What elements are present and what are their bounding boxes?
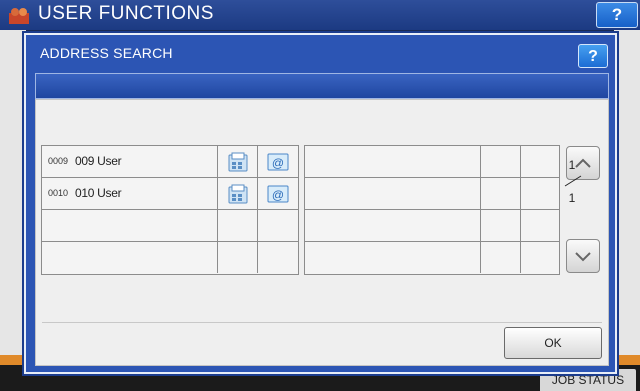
chevron-down-icon [575, 252, 591, 262]
fax-icon [228, 184, 248, 204]
svg-text:@: @ [272, 188, 284, 202]
entry-name-cell[interactable] [42, 210, 218, 241]
email-cell[interactable] [521, 210, 559, 241]
app-help-button[interactable]: ? [596, 2, 638, 28]
entry-name: 009 User [75, 154, 122, 168]
entry-name-cell[interactable] [42, 242, 218, 273]
results-list-left: 0009 009 User @ 0010 010 User @ [41, 145, 299, 275]
entry-name-cell[interactable] [305, 242, 481, 273]
page-down-button[interactable] [566, 239, 600, 273]
entry-name-cell[interactable]: 0010 010 User [42, 178, 218, 209]
email-icon: @ [267, 185, 289, 203]
email-cell[interactable] [521, 146, 559, 177]
results-list-right [304, 145, 560, 275]
entry-name-cell[interactable] [305, 146, 481, 177]
background-panel-left [0, 30, 26, 380]
entry-name: 010 User [75, 186, 122, 200]
dialog-header-band [35, 73, 609, 99]
list-item[interactable] [42, 210, 298, 242]
background-panel-right [614, 30, 640, 380]
email-cell[interactable] [258, 210, 298, 241]
list-item[interactable]: 0009 009 User @ [42, 146, 298, 178]
page-separator [564, 175, 582, 187]
entry-number: 0009 [48, 156, 69, 166]
email-cell[interactable]: @ [258, 178, 298, 209]
fax-cell[interactable] [481, 146, 521, 177]
help-button[interactable]: ? [578, 44, 608, 68]
list-item[interactable]: 0010 010 User @ [42, 178, 298, 210]
fax-cell[interactable] [481, 178, 521, 209]
page-current: 1 [568, 158, 576, 172]
list-item[interactable] [305, 242, 559, 274]
app-title: USER FUNCTIONS [38, 3, 214, 24]
email-cell[interactable] [521, 242, 559, 273]
app-header: USER FUNCTIONS ? [0, 0, 640, 30]
page-total: 1 [568, 191, 576, 205]
list-item[interactable] [305, 210, 559, 242]
entry-number: 0010 [48, 188, 69, 198]
entry-name-cell[interactable]: 0009 009 User [42, 146, 218, 177]
dialog-title: ADDRESS SEARCH [40, 45, 173, 61]
fax-cell[interactable] [218, 146, 258, 177]
email-cell[interactable]: @ [258, 146, 298, 177]
footer-divider [42, 322, 602, 323]
entry-name-cell[interactable] [305, 178, 481, 209]
fax-cell[interactable] [218, 210, 258, 241]
user-functions-icon [9, 8, 29, 24]
entry-name-cell[interactable] [305, 210, 481, 241]
ok-button[interactable]: OK [504, 327, 602, 359]
fax-cell[interactable] [218, 178, 258, 209]
fax-cell[interactable] [481, 210, 521, 241]
list-item[interactable] [305, 178, 559, 210]
email-cell[interactable] [258, 242, 298, 273]
fax-cell[interactable] [218, 242, 258, 273]
fax-icon [228, 152, 248, 172]
email-icon: @ [267, 153, 289, 171]
fax-cell[interactable] [481, 242, 521, 273]
list-item[interactable] [305, 146, 559, 178]
email-cell[interactable] [521, 178, 559, 209]
list-item[interactable] [42, 242, 298, 274]
svg-text:@: @ [272, 156, 284, 170]
